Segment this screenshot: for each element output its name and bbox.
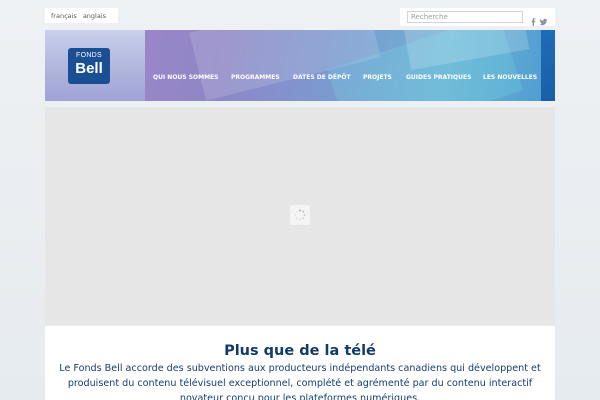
intro-description: Le Fonds Bell accorde des subventions au…: [59, 363, 541, 400]
fonds-bell-logo[interactable]: FONDS Bell: [68, 48, 110, 84]
nav-qui-nous-sommes[interactable]: QUI NOUS SOMMES: [153, 74, 218, 81]
logo-line-bell: Bell: [75, 60, 103, 77]
hero-slideshow[interactable]: [45, 107, 555, 325]
lang-francais-link[interactable]: français: [51, 12, 77, 20]
page: français anglais FONDS Bell QUI: [0, 0, 600, 400]
loading-spinner-icon: [290, 205, 310, 225]
language-switcher: français anglais: [45, 8, 118, 23]
logo-line-fonds: FONDS: [76, 52, 102, 59]
site-header: FONDS Bell QUI NOUS SOMMES PROGRAMMES DA…: [45, 30, 555, 101]
intro-section: Plus que de la télé Le Fonds Bell accord…: [45, 326, 555, 400]
nav-guides-pratiques[interactable]: GUIDES PRATIQUES: [406, 74, 471, 81]
logo-panel: FONDS Bell: [45, 30, 145, 101]
header-accent-strip: [541, 30, 555, 101]
search-bar: [400, 8, 555, 26]
nav-projets[interactable]: PROJETS: [363, 74, 392, 81]
nav-les-nouvelles[interactable]: LES NOUVELLES: [483, 74, 537, 81]
nav-dates-de-depot[interactable]: DATES DE DÉPÔT: [293, 74, 351, 81]
twitter-icon[interactable]: [539, 12, 548, 26]
page-title: Plus que de la télé: [224, 343, 376, 359]
nav-programmes[interactable]: PROGRAMMES: [231, 74, 280, 81]
facebook-icon[interactable]: [529, 12, 538, 26]
search-input[interactable]: [407, 11, 523, 23]
lang-anglais-link[interactable]: anglais: [83, 12, 106, 20]
